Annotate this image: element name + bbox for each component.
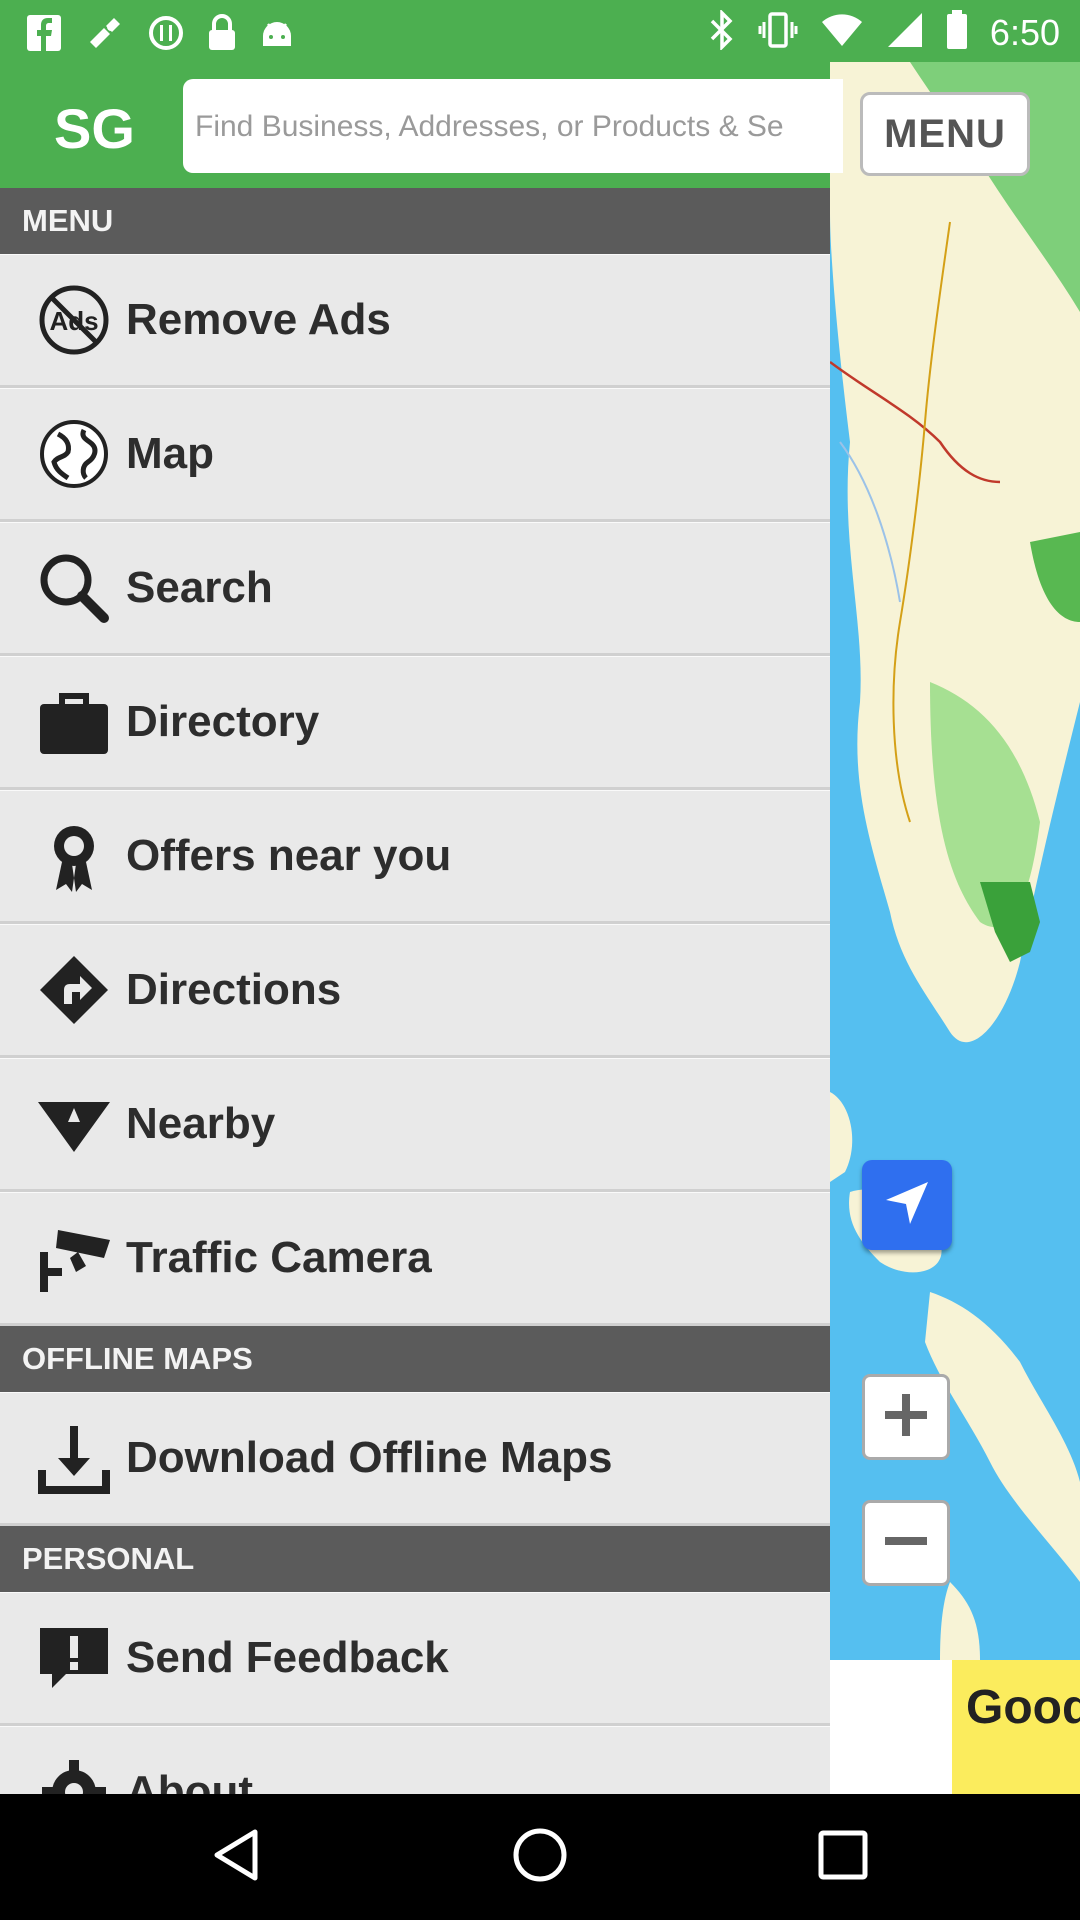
no-ads-icon: Ads: [36, 282, 112, 358]
notification-icons: [26, 12, 294, 59]
award-ribbon-icon: [36, 818, 112, 894]
menu-item-label: Remove Ads: [126, 295, 391, 344]
zoom-in-button[interactable]: [862, 1374, 950, 1460]
status-bar: 6:50: [0, 0, 1080, 62]
search-icon: [36, 550, 112, 626]
menu-item-search[interactable]: Search: [0, 522, 830, 656]
section-header-menu: MENU: [0, 188, 830, 254]
feedback-icon: [36, 1620, 112, 1696]
zoom-in-icon: [881, 1390, 931, 1445]
navigation-drawer: MENU Ads Remove Ads Map Search Directory…: [0, 188, 830, 1794]
app-logo: SG: [54, 97, 135, 160]
turn-sign-icon: [36, 952, 112, 1028]
sync-icon: [148, 15, 184, 56]
home-button[interactable]: [505, 1822, 575, 1892]
search-input[interactable]: [183, 79, 837, 173]
menu-item-label: Traffic Camera: [126, 1233, 432, 1282]
menu-item-label: Send Feedback: [126, 1633, 449, 1682]
menu-button[interactable]: MENU: [860, 92, 1030, 176]
briefcase-icon: [36, 684, 112, 760]
ad-text: Good: [966, 1681, 1080, 1734]
nearby-triangle-icon: [36, 1086, 112, 1162]
my-location-button[interactable]: [862, 1160, 952, 1250]
menu-item-label: About: [126, 1767, 254, 1794]
fake-gps-icon: [84, 12, 126, 59]
search-box[interactable]: [183, 79, 843, 173]
cctv-camera-icon: [36, 1220, 112, 1296]
menu-item-nearby[interactable]: Nearby: [0, 1058, 830, 1192]
recents-button[interactable]: [808, 1822, 878, 1892]
wifi-icon: [820, 12, 864, 53]
menu-item-label: Nearby: [126, 1099, 276, 1148]
vibrate-icon: [758, 10, 798, 55]
section-header-offline-maps: OFFLINE MAPS: [0, 1326, 830, 1392]
menu-item-download-offline-maps[interactable]: Download Offline Maps: [0, 1392, 830, 1526]
gear-icon: [36, 1754, 112, 1794]
back-button[interactable]: [200, 1822, 270, 1892]
menu-item-label: Map: [126, 429, 214, 478]
facebook-icon: [26, 14, 62, 57]
lock-icon: [206, 14, 238, 57]
system-icons: 6:50: [708, 8, 1060, 55]
locate-icon: [882, 1178, 932, 1233]
zoom-out-button[interactable]: [862, 1500, 950, 1586]
recents-icon: [817, 1829, 869, 1886]
clock: 6:50: [989, 11, 1060, 53]
menu-item-label: Offers near you: [126, 831, 452, 880]
app-bar: SG: [0, 62, 843, 188]
menu-item-about[interactable]: About: [0, 1726, 830, 1794]
menu-item-label: Download Offline Maps: [126, 1433, 613, 1482]
menu-item-label: Directory: [126, 697, 320, 746]
system-nav-bar: [0, 1794, 1080, 1920]
menu-item-directions[interactable]: Directions: [0, 924, 830, 1058]
ad-banner[interactable]: Good: [830, 1660, 1080, 1794]
download-icon: [36, 1420, 112, 1496]
signal-icon: [886, 11, 924, 54]
menu-item-offers-near-you[interactable]: Offers near you: [0, 790, 830, 924]
battery-icon: [946, 10, 968, 55]
back-icon: [211, 1828, 259, 1887]
home-icon: [512, 1827, 568, 1888]
menu-item-traffic-camera[interactable]: Traffic Camera: [0, 1192, 830, 1326]
menu-item-map[interactable]: Map: [0, 388, 830, 522]
ad-yellow-panel: Good: [952, 1660, 1080, 1794]
bluetooth-icon: [708, 8, 736, 55]
menu-item-send-feedback[interactable]: Send Feedback: [0, 1592, 830, 1726]
zoom-out-icon: [881, 1516, 931, 1571]
globe-icon: [36, 416, 112, 492]
android-icon: [260, 16, 294, 55]
section-header-personal: PERSONAL: [0, 1526, 830, 1592]
menu-item-label: Directions: [126, 965, 342, 1014]
menu-item-label: Search: [126, 563, 273, 612]
menu-item-directory[interactable]: Directory: [0, 656, 830, 790]
menu-item-remove-ads[interactable]: Ads Remove Ads: [0, 254, 830, 388]
